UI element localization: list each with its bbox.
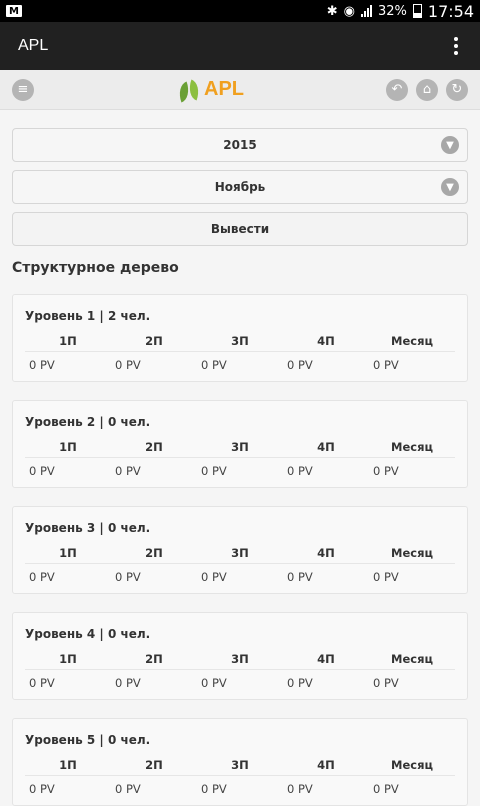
column-header: Месяц [369, 439, 455, 458]
gmail-icon: M [6, 5, 22, 17]
bluetooth-icon: ✱ [326, 3, 338, 19]
status-bar: M ✱ ◉ 32% 17:54 [0, 0, 480, 22]
levels-list: Уровень 1 | 2 чел. 1П 2П 3П 4П Месяц 0 PV 0 PV 0… [12, 294, 468, 806]
column-header: 1П [25, 757, 111, 776]
pv-value: 0 PV [373, 358, 399, 372]
chevron-down-icon: ▼ [441, 178, 459, 196]
pv-value: 0 PV [287, 464, 313, 478]
section-title: Структурное дерево [12, 260, 179, 276]
pv-value: 0 PV [373, 570, 399, 584]
level-title: Уровень 3 | 0 чел. [25, 521, 151, 535]
pv-value: 0 PV [115, 358, 141, 372]
pv-value: 0 PV [115, 464, 141, 478]
level-table: 1П 2П 3П 4П Месяц 0 PV 0 PV 0 PV 0 PV 0 PV [25, 333, 455, 376]
column-header: 1П [25, 651, 111, 670]
pv-value: 0 PV [201, 676, 227, 690]
level-title: Уровень 2 | 0 чел. [25, 415, 151, 429]
column-header: 1П [25, 545, 111, 564]
pv-value: 0 PV [373, 782, 399, 796]
main-content: 2015 ▼ Ноябрь ▼ Вывести Структурное дере… [0, 110, 480, 806]
column-header: 4П [283, 439, 369, 458]
column-header: 2П [111, 545, 197, 564]
column-header: 2П [111, 651, 197, 670]
clock: 17:54 [427, 1, 474, 21]
level-card: Уровень 4 | 0 чел. 1П 2П 3П 4П Месяц 0 PV 0 PV 0… [12, 612, 468, 700]
level-title: Уровень 4 | 0 чел. [25, 627, 151, 641]
column-header: Месяц [369, 333, 455, 352]
app-title: APL [18, 37, 49, 54]
pv-value: 0 PV [115, 676, 141, 690]
column-header: 4П [283, 651, 369, 670]
pv-value: 0 PV [115, 570, 141, 584]
apl-logo[interactable]: APL [175, 78, 244, 103]
column-header: Месяц [369, 545, 455, 564]
column-header: 3П [197, 545, 283, 564]
column-header: Месяц [369, 757, 455, 776]
pv-value: 0 PV [29, 464, 55, 478]
column-header: 2П [111, 439, 197, 458]
pv-value: 0 PV [115, 782, 141, 796]
leaf-icon [175, 78, 203, 103]
level-card: Уровень 1 | 2 чел. 1П 2П 3П 4П Месяц 0 PV 0 PV 0… [12, 294, 468, 382]
pv-value: 0 PV [373, 676, 399, 690]
web-toolbar: ≡ APL ↶ ⌂ ↻ [0, 70, 480, 110]
column-header: 3П [197, 651, 283, 670]
action-bar: APL [0, 22, 480, 70]
pv-value: 0 PV [201, 782, 227, 796]
level-card: Уровень 3 | 0 чел. 1П 2П 3П 4П Месяц 0 PV 0 PV 0… [12, 506, 468, 594]
level-title: Уровень 1 | 2 чел. [25, 309, 151, 323]
battery-icon [412, 4, 422, 18]
column-header: 3П [197, 439, 283, 458]
column-header: 3П [197, 757, 283, 776]
level-table: 1П 2П 3П 4П Месяц 0 PV 0 PV 0 PV 0 PV 0 PV [25, 757, 455, 800]
refresh-icon[interactable]: ↻ [446, 78, 468, 101]
level-table: 1П 2П 3П 4П Месяц 0 PV 0 PV 0 PV 0 PV 0 PV [25, 545, 455, 588]
column-header: 3П [197, 333, 283, 352]
pv-value: 0 PV [287, 358, 313, 372]
column-header: 4П [283, 757, 369, 776]
battery-percent: 32% [377, 3, 407, 19]
column-header: 4П [283, 333, 369, 352]
level-table: 1П 2П 3П 4П Месяц 0 PV 0 PV 0 PV 0 PV 0 PV [25, 439, 455, 482]
pv-value: 0 PV [29, 358, 55, 372]
wifi-icon: ◉ [343, 3, 355, 19]
pv-value: 0 PV [29, 676, 55, 690]
pv-value: 0 PV [29, 782, 55, 796]
column-header: 2П [111, 757, 197, 776]
pv-value: 0 PV [201, 358, 227, 372]
pv-value: 0 PV [287, 676, 313, 690]
submit-button[interactable]: Вывести [12, 212, 468, 246]
pv-value: 0 PV [373, 464, 399, 478]
chevron-down-icon: ▼ [441, 136, 459, 154]
signal-icon [360, 5, 372, 17]
pv-value: 0 PV [287, 570, 313, 584]
home-icon[interactable]: ⌂ [416, 78, 438, 101]
menu-icon[interactable]: ≡ [12, 78, 34, 101]
column-header: 4П [283, 545, 369, 564]
column-header: 2П [111, 333, 197, 352]
pv-value: 0 PV [201, 570, 227, 584]
pv-value: 0 PV [287, 782, 313, 796]
level-card: Уровень 2 | 0 чел. 1П 2П 3П 4П Месяц 0 PV 0 PV 0… [12, 400, 468, 488]
column-header: 1П [25, 333, 111, 352]
column-header: 1П [25, 439, 111, 458]
level-title: Уровень 5 | 0 чел. [25, 733, 151, 747]
pv-value: 0 PV [29, 570, 55, 584]
pv-value: 0 PV [201, 464, 227, 478]
back-icon[interactable]: ↶ [386, 78, 408, 101]
column-header: Месяц [369, 651, 455, 670]
level-card: Уровень 5 | 0 чел. 1П 2П 3П 4П Месяц 0 PV 0 PV 0… [12, 718, 468, 806]
level-table: 1П 2П 3П 4П Месяц 0 PV 0 PV 0 PV 0 PV 0 PV [25, 651, 455, 694]
month-select[interactable]: Ноябрь ▼ [12, 170, 468, 204]
year-select[interactable]: 2015 ▼ [12, 128, 468, 162]
overflow-menu-icon[interactable] [450, 31, 462, 61]
